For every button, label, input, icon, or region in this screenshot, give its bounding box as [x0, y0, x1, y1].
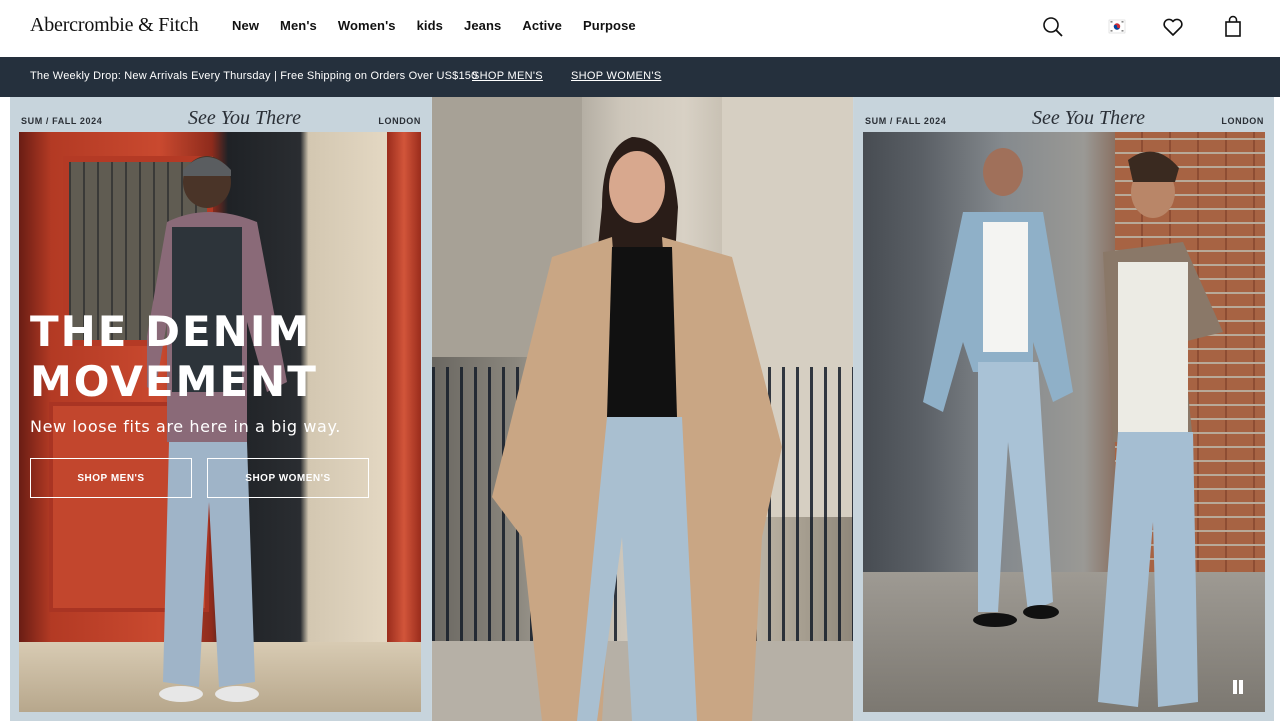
hero-image-left: THE DENIM MOVEMENT New loose fits are he… — [19, 132, 421, 712]
hero-headline: THE DENIM MOVEMENT — [30, 307, 318, 407]
tagline: See You There — [1032, 107, 1145, 129]
pause-bar — [1239, 680, 1243, 694]
promo-banner: The Weekly Drop: New Arrivals Every Thur… — [0, 57, 1280, 97]
headline-line-1: THE DENIM — [30, 307, 312, 356]
season-label: SUM / FALL 2024 — [21, 116, 103, 126]
nav-item-active[interactable]: Active — [522, 18, 562, 33]
hero-image-center — [432, 97, 853, 721]
main-nav: New Men's Women's kids Jeans Active Purp… — [232, 18, 657, 33]
promo-text: The Weekly Drop: New Arrivals Every Thur… — [30, 70, 478, 82]
model-figure — [492, 137, 782, 721]
bag-icon[interactable] — [1220, 14, 1246, 40]
nav-item-womens[interactable]: Women's — [338, 18, 396, 33]
red-pillar — [387, 132, 421, 712]
nav-item-kids[interactable]: kids — [417, 18, 443, 33]
brand-logo[interactable]: Abercrombie & Fitch — [30, 14, 199, 37]
hero-panel-center — [432, 97, 853, 721]
model-figures — [923, 148, 1223, 707]
shop-mens-button[interactable]: SHOP MEN'S — [30, 458, 192, 498]
flag-icon[interactable] — [1104, 14, 1130, 40]
headline-line-2: MOVEMENT — [30, 357, 318, 406]
nav-item-mens[interactable]: Men's — [280, 18, 317, 33]
header-icons — [1040, 14, 1250, 42]
hero-panel-left: SUM / FALL 2024 See You There LONDON THE… — [10, 97, 431, 721]
nav-item-purpose[interactable]: Purpose — [583, 18, 636, 33]
pause-button[interactable] — [1229, 678, 1247, 696]
search-icon[interactable] — [1040, 14, 1066, 40]
heart-icon[interactable] — [1160, 14, 1186, 40]
city-label: LONDON — [1221, 116, 1264, 126]
site-header: Abercrombie & Fitch New Men's Women's ki… — [0, 0, 1280, 57]
season-label: SUM / FALL 2024 — [865, 116, 947, 126]
promo-shop-mens-link[interactable]: SHOP MEN'S — [472, 70, 543, 82]
hero-panel-right: SUM / FALL 2024 See You There LONDON — [854, 97, 1274, 721]
hero-carousel: SUM / FALL 2024 See You There LONDON THE… — [10, 97, 1274, 721]
shop-womens-button[interactable]: SHOP WOMEN'S — [207, 458, 369, 498]
frame-header: SUM / FALL 2024 See You There LONDON — [10, 97, 431, 132]
hero-image-right — [863, 132, 1265, 712]
pause-bar — [1233, 680, 1237, 694]
hero-subhead: New loose fits are here in a big way. — [30, 417, 341, 436]
promo-shop-womens-link[interactable]: SHOP WOMEN'S — [571, 70, 661, 82]
tagline: See You There — [188, 107, 301, 129]
frame-header: SUM / FALL 2024 See You There LONDON — [854, 97, 1274, 132]
nav-item-jeans[interactable]: Jeans — [464, 18, 501, 33]
nav-item-new[interactable]: New — [232, 18, 259, 33]
city-label: LONDON — [378, 116, 421, 126]
